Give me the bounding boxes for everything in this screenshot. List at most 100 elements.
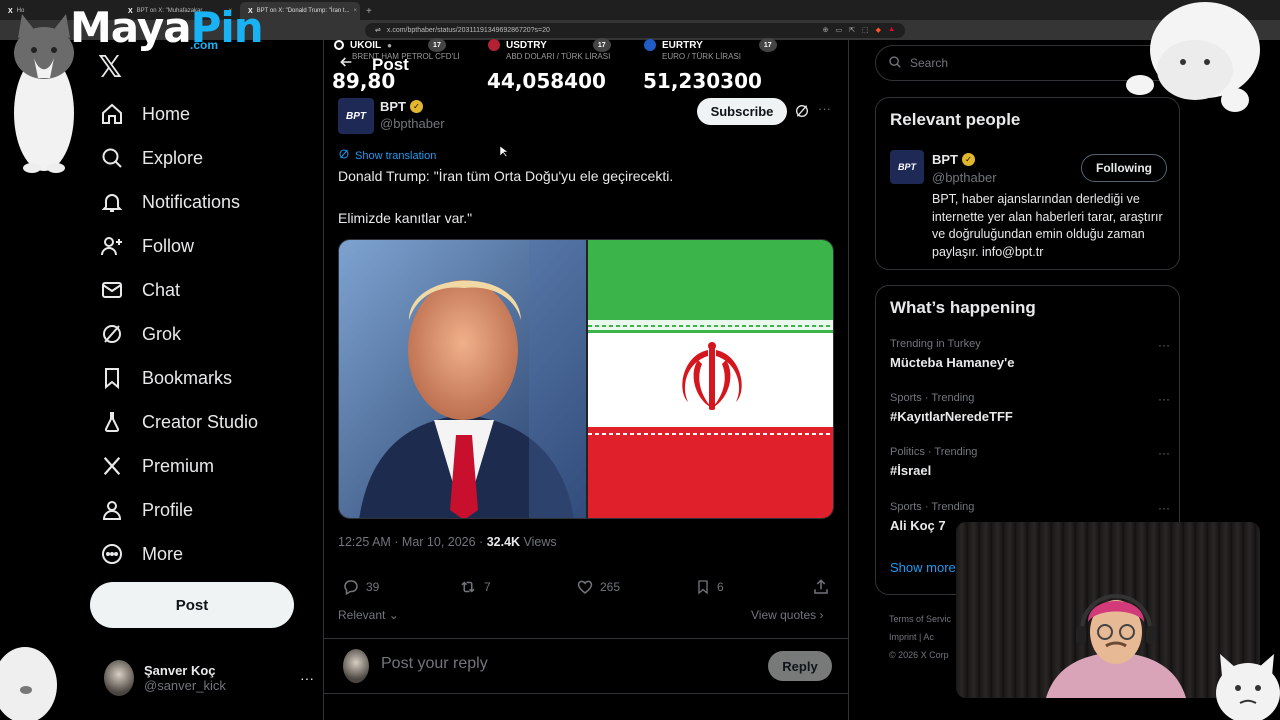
new-tab-button[interactable]: + bbox=[360, 2, 378, 20]
more-icon[interactable]: ··· bbox=[1158, 446, 1170, 460]
url-text: x.com/bpthaber/status/203111913496928672… bbox=[386, 26, 550, 34]
nav-item-follow[interactable]: Follow bbox=[98, 224, 258, 268]
x-logo-icon[interactable]: 𝕏 bbox=[98, 50, 122, 85]
post-actions: 39 7 265 6 bbox=[342, 578, 832, 598]
zoom-icon[interactable]: ⊕ bbox=[823, 26, 829, 34]
repost-icon bbox=[461, 581, 475, 593]
trend-meta: Sports · Trending bbox=[890, 392, 975, 404]
post-button[interactable]: Post bbox=[90, 582, 294, 628]
post-text: Donald Trump: "İran tüm Orta Doğu'yu ele… bbox=[338, 168, 674, 184]
trend-name: Mücteba Hamaney'e bbox=[890, 355, 1015, 370]
reply-button[interactable]: Reply bbox=[768, 651, 832, 681]
footer-link[interactable]: Terms of Servic bbox=[889, 610, 951, 628]
search-icon bbox=[888, 55, 902, 72]
brave-shield-icon[interactable]: ◆ bbox=[876, 26, 881, 34]
trend-item[interactable]: Sports · Trending #KayıtlarNeredeTFF ··· bbox=[890, 392, 1170, 424]
avatar[interactable]: BPT bbox=[890, 150, 924, 184]
author-handle[interactable]: @bpthaber bbox=[380, 116, 445, 131]
grok-icon[interactable] bbox=[794, 103, 810, 124]
home-icon bbox=[98, 100, 126, 128]
reply-input[interactable]: Post your reply bbox=[381, 655, 488, 673]
nav-item-premium[interactable]: Premium bbox=[98, 444, 258, 488]
streamer-image bbox=[1046, 594, 1186, 698]
person-name[interactable]: BPT ✓ bbox=[932, 152, 975, 167]
account-switcher[interactable]: Şanver Koç @sanver_kick ··· bbox=[104, 660, 314, 696]
repost-action[interactable]: 7 bbox=[458, 578, 491, 596]
panel-title: What’s happening bbox=[890, 298, 1036, 317]
tradingview-icon: 17 bbox=[758, 38, 777, 52]
bookmark-icon bbox=[98, 364, 126, 392]
nav-label: Explore bbox=[142, 147, 204, 168]
us-flag-icon bbox=[488, 39, 500, 51]
footer-link[interactable]: Imprint | Ac bbox=[889, 628, 951, 646]
avatar[interactable]: BPT bbox=[338, 98, 374, 134]
copyright: © 2026 X Corp bbox=[889, 650, 949, 660]
bookmark-icon bbox=[698, 580, 708, 595]
more-icon[interactable]: ··· bbox=[818, 101, 831, 116]
heart-icon bbox=[577, 580, 593, 594]
more-icon[interactable]: ··· bbox=[1158, 338, 1170, 352]
logo-text: Maya bbox=[70, 3, 192, 52]
more-icon[interactable]: ··· bbox=[300, 670, 314, 686]
share-action[interactable] bbox=[812, 578, 830, 596]
reply-action[interactable]: 39 bbox=[342, 578, 379, 596]
nav-item-home[interactable]: Home bbox=[98, 92, 258, 136]
person-bio: BPT, haber ajanslarından derlediği ve in… bbox=[932, 192, 1163, 259]
author-name-text: BPT bbox=[380, 99, 406, 114]
sort-label: Relevant bbox=[338, 608, 386, 622]
ticker-value: 51,230300 bbox=[643, 69, 762, 93]
nav-item-creator-studio[interactable]: Creator Studio bbox=[98, 400, 258, 444]
nav-item-explore[interactable]: Explore bbox=[98, 136, 258, 180]
nav-label: Bookmarks bbox=[142, 367, 233, 388]
account-handle: @sanver_kick bbox=[144, 678, 226, 693]
tab-title: BPT on X: "Donald Trump: "İran t... bbox=[256, 8, 350, 14]
reply-composer: Post your reply Reply bbox=[324, 638, 848, 694]
ticker-subtitle: ABD DOLARI / TÜRK LİRASI bbox=[506, 52, 611, 61]
nav-item-chat[interactable]: Chat bbox=[98, 268, 258, 312]
mail-icon bbox=[98, 276, 126, 304]
view-quotes-link[interactable]: View quotes › bbox=[751, 608, 824, 622]
footer-links: Terms of Servic Imprint | Ac © 2026 X Co… bbox=[889, 610, 951, 664]
bookmark-action[interactable]: 6 bbox=[695, 578, 724, 596]
tradingview-icon: 17 bbox=[592, 38, 611, 52]
nav-item-grok[interactable]: Grok bbox=[98, 312, 258, 356]
verified-badge-icon: ✓ bbox=[410, 100, 423, 113]
sort-dropdown[interactable]: Relevant ⌄ bbox=[338, 608, 399, 622]
ticker-subtitle: BRENT HAM PETROL CFD'Lİ bbox=[352, 52, 460, 61]
trend-item[interactable]: Politics · Trending #İsrael ··· bbox=[890, 446, 1170, 478]
ticker-usdtry: USDTRY 17 ABD DOLARI / TÜRK LİRASI bbox=[488, 38, 611, 61]
eu-flag-icon bbox=[644, 39, 656, 51]
nav-item-notifications[interactable]: Notifications bbox=[98, 180, 258, 224]
column-divider bbox=[323, 40, 324, 720]
trend-item[interactable]: Trending in Turkey Mücteba Hamaney'e ··· bbox=[890, 338, 1170, 370]
address-bar[interactable]: ⇌ x.com/bpthaber/status/2031119134969286… bbox=[365, 22, 905, 38]
trend-name: #KayıtlarNeredeTFF bbox=[890, 409, 1013, 424]
following-button[interactable]: Following bbox=[1081, 154, 1167, 182]
show-more-link[interactable]: Show more bbox=[890, 560, 956, 575]
author-name[interactable]: BPT ✓ bbox=[380, 99, 423, 114]
share-icon[interactable]: ⇱ bbox=[849, 26, 855, 34]
nav-item-profile[interactable]: Profile bbox=[98, 488, 258, 532]
extension-icon[interactable]: ⬚ bbox=[862, 26, 869, 34]
site-settings-icon[interactable]: ⇌ bbox=[375, 26, 381, 34]
nav-label: Creator Studio bbox=[142, 411, 259, 432]
subscribe-button[interactable]: Subscribe bbox=[697, 98, 787, 125]
flask-icon bbox=[98, 408, 126, 436]
panel-title: Relevant people bbox=[890, 110, 1021, 129]
cast-icon[interactable]: ▭ bbox=[836, 26, 843, 34]
person-handle[interactable]: @bpthaber bbox=[932, 170, 997, 185]
verified-badge-icon: ✓ bbox=[962, 153, 975, 166]
show-translation-link[interactable]: Show translation bbox=[338, 148, 436, 163]
nav-label: Premium bbox=[142, 455, 215, 476]
bookmark-count: 6 bbox=[717, 580, 724, 594]
like-action[interactable]: 265 bbox=[576, 578, 620, 596]
rewards-icon[interactable]: ▲ bbox=[888, 26, 895, 34]
close-icon[interactable]: × bbox=[354, 8, 358, 14]
nav-item-more[interactable]: More bbox=[98, 532, 258, 576]
post-image[interactable] bbox=[338, 239, 834, 519]
more-icon[interactable]: ··· bbox=[1158, 501, 1170, 515]
more-icon[interactable]: ··· bbox=[1158, 392, 1170, 406]
avatar bbox=[343, 649, 369, 683]
avatar bbox=[104, 660, 134, 696]
nav-item-bookmarks[interactable]: Bookmarks bbox=[98, 356, 258, 400]
